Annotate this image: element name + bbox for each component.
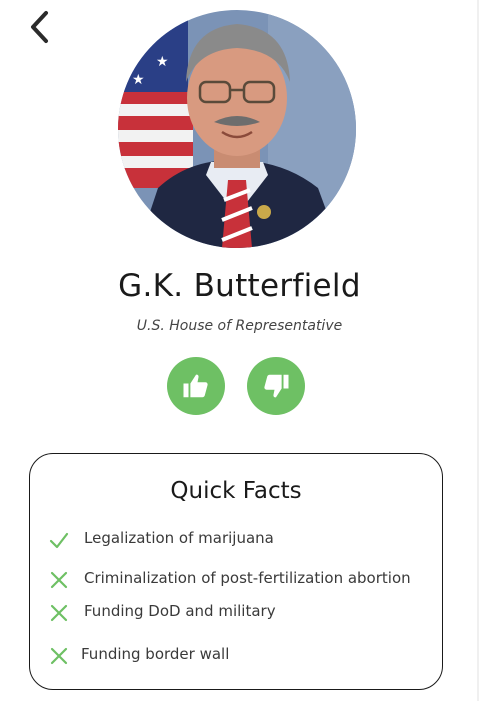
- x-icon: [50, 604, 68, 622]
- x-icon: [50, 571, 68, 589]
- fact-item: Funding DoD and military: [48, 602, 438, 628]
- quick-facts-card: Quick Facts Legalization of marijuana Cr…: [29, 453, 443, 690]
- fact-label: Funding DoD and military: [84, 602, 276, 620]
- svg-text:★: ★: [156, 54, 169, 70]
- x-icon: [50, 647, 68, 665]
- svg-text:★: ★: [132, 72, 145, 88]
- thumbs-up-icon: [183, 374, 208, 398]
- profile-name: G.K. Butterfield: [118, 268, 361, 304]
- fact-label: Criminalization of post-fertilization ab…: [84, 569, 411, 587]
- fact-label: Legalization of marijuana: [84, 529, 274, 547]
- check-icon: [49, 532, 69, 549]
- like-button[interactable]: [167, 357, 225, 415]
- fact-item: Legalization of marijuana: [48, 529, 438, 555]
- back-button[interactable]: [26, 10, 56, 46]
- dislike-button[interactable]: [247, 357, 305, 415]
- fact-label: Funding border wall: [81, 645, 230, 663]
- thumbs-down-icon: [264, 374, 289, 398]
- svg-text:★: ★: [132, 32, 145, 48]
- fact-item: Funding border wall: [48, 645, 438, 671]
- fact-item: Criminalization of post-fertilization ab…: [48, 569, 438, 595]
- svg-text:★: ★: [162, 18, 175, 34]
- chevron-left-icon: [31, 11, 48, 43]
- quick-facts-title: Quick Facts: [170, 478, 302, 504]
- profile-title: U.S. House of Representative: [136, 318, 343, 334]
- profile-photo: ★ ★ ★ ★: [118, 10, 356, 248]
- avatar: ★ ★ ★ ★: [118, 10, 356, 248]
